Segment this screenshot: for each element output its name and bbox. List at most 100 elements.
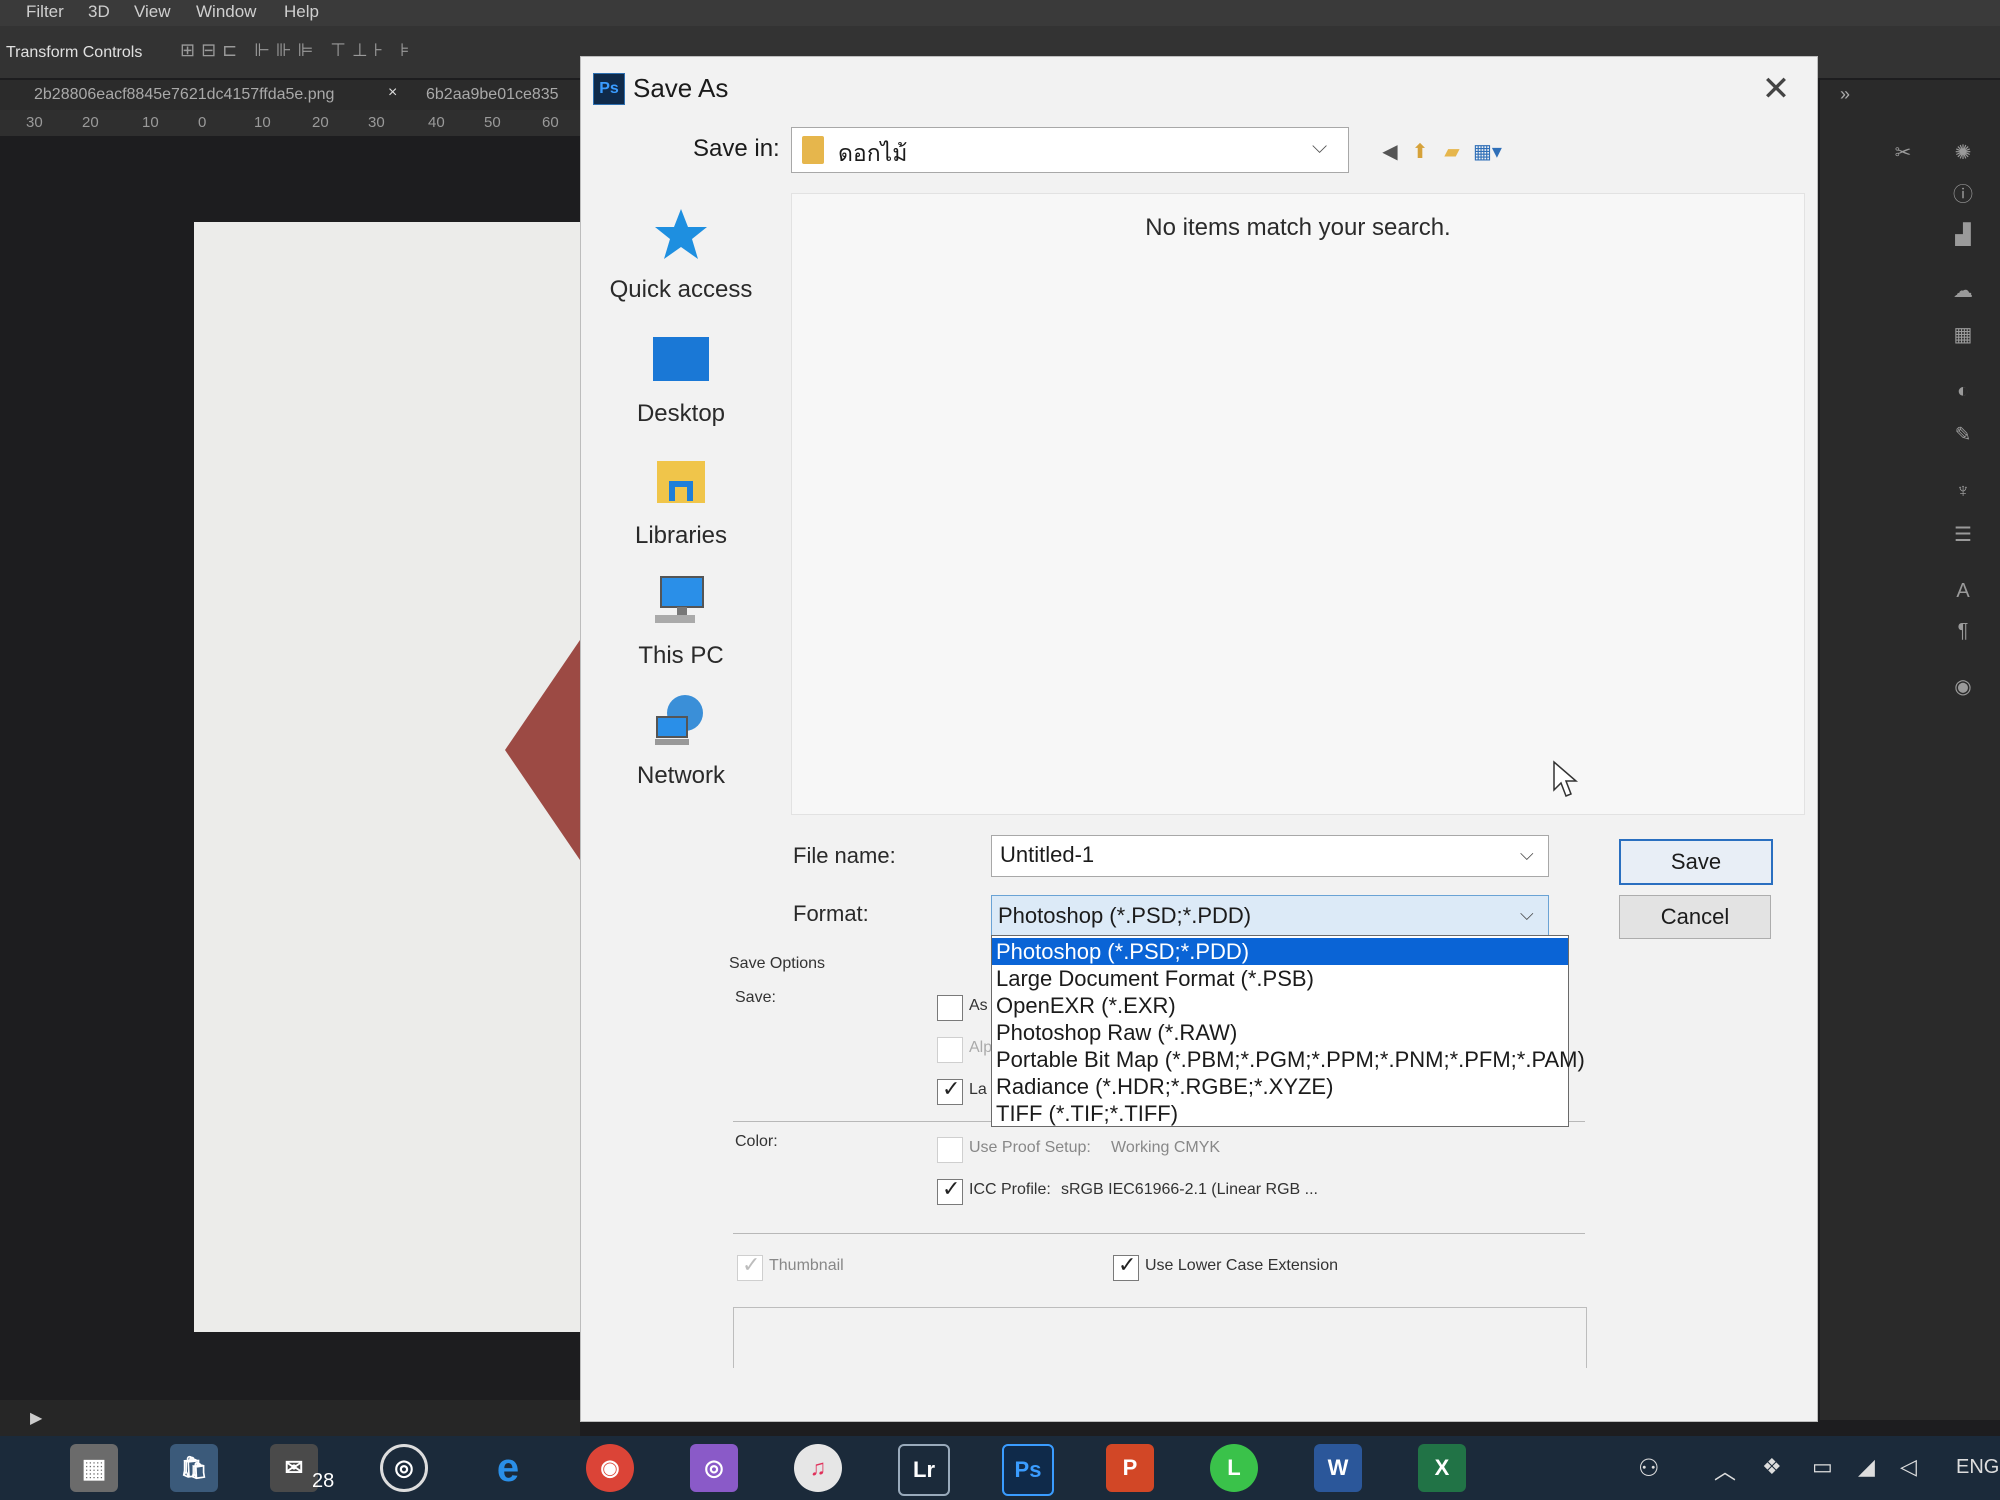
save-button[interactable]: Save: [1619, 839, 1773, 885]
quick-access-icon: [655, 209, 707, 259]
empty-message: No items match your search.: [1145, 214, 1451, 241]
icc-profile-checkbox[interactable]: ✓: [937, 1176, 963, 1205]
adjustments-icon[interactable]: ◐: [1950, 380, 1976, 402]
mail-badge: 28: [312, 1470, 335, 1492]
sidebar-item-desktop[interactable]: Desktop: [581, 329, 781, 428]
file-name-label: File name:: [793, 843, 896, 868]
swatches-icon[interactable]: ▦: [1950, 324, 1976, 346]
line-icon[interactable]: L: [1210, 1444, 1258, 1492]
chrome-icon[interactable]: ◉: [586, 1444, 634, 1492]
brush-icon[interactable]: ♆: [1950, 480, 1976, 502]
save-in-label: Save in:: [693, 135, 780, 162]
new-folder-icon[interactable]: ▰: [1439, 139, 1465, 165]
volume-icon[interactable]: ◁: [1900, 1454, 1917, 1480]
store-icon[interactable]: 🛍: [170, 1444, 218, 1492]
menu-view[interactable]: View: [134, 2, 171, 22]
format-option[interactable]: Portable Bit Map (*.PBM;*.PGM;*.PPM;*.PN…: [992, 1046, 1585, 1073]
format-option[interactable]: Large Document Format (*.PSB): [992, 965, 1568, 992]
chevron-down-icon[interactable]: ⌵: [1520, 844, 1534, 865]
align-icons[interactable]: ⊞⊟⊏ ⊩⊪⊫ ⊤⊥⊦ ⊧: [180, 40, 415, 61]
excel-icon[interactable]: X: [1418, 1444, 1466, 1492]
show-hidden-icons-chevron-icon[interactable]: ︿: [1714, 1454, 1736, 1486]
format-dropdown-list: Photoshop (*.PSD;*.PDD) Large Document F…: [991, 935, 1585, 1127]
palette-icon[interactable]: ☁: [1950, 280, 1976, 302]
icc-profile-value: sRGB IEC61966-2.1 (Linear RGB ...: [1061, 1181, 1318, 1198]
proof-value: Working CMYK: [1111, 1139, 1221, 1156]
color-label: Color:: [735, 1133, 778, 1150]
sidebar-item-network[interactable]: Network: [581, 691, 781, 790]
file-list[interactable]: No items match your search.: [791, 193, 1805, 815]
mail-icon[interactable]: ✉: [270, 1444, 318, 1492]
view-menu-icon[interactable]: ▦▾: [1473, 139, 1502, 165]
sliders-icon[interactable]: ☰: [1950, 524, 1976, 546]
menu-help[interactable]: Help: [284, 2, 319, 22]
character-icon[interactable]: A: [1950, 580, 1976, 602]
itunes-icon[interactable]: ♫: [794, 1444, 842, 1492]
as-copy-checkbox[interactable]: [937, 995, 963, 1021]
3d-icon[interactable]: ◉: [1950, 676, 1976, 698]
save-in-value: ดอกไม้: [838, 140, 908, 166]
layers-checkbox[interactable]: ✓: [937, 1076, 963, 1105]
close-icon[interactable]: ✕: [1756, 69, 1796, 109]
sidebar-item-libraries[interactable]: Libraries: [581, 451, 781, 550]
scissors-icon[interactable]: ✂: [1890, 142, 1916, 164]
dialog-titlebar[interactable]: Ps Save As ✕: [581, 57, 1817, 127]
info-icon[interactable]: ⓘ: [1950, 184, 1976, 206]
chevron-down-icon[interactable]: ⌵: [1520, 904, 1534, 925]
format-option[interactable]: Radiance (*.HDR;*.RGBE;*.XYZE): [992, 1073, 1568, 1100]
expand-panels-icon[interactable]: »: [1840, 84, 1850, 105]
paragraph-icon[interactable]: ¶: [1950, 620, 1976, 642]
folder-icon: [802, 136, 824, 164]
up-folder-icon[interactable]: ⬆: [1407, 139, 1433, 165]
styles-icon[interactable]: ✎: [1950, 424, 1976, 446]
ruler-tick: 20: [312, 114, 329, 131]
word-icon[interactable]: W: [1314, 1444, 1362, 1492]
cancel-button[interactable]: Cancel: [1619, 895, 1771, 939]
lightroom-icon[interactable]: Lr: [898, 1444, 950, 1496]
document-tabs: 2b28806eacf8845e7621dc4157ffda5e.png × 6…: [0, 80, 580, 110]
sidebar-item-this-pc[interactable]: This PC: [581, 571, 781, 670]
format-option[interactable]: Photoshop (*.PSD;*.PDD): [992, 938, 1568, 965]
brightness-icon[interactable]: ✺: [1950, 142, 1976, 164]
format-option[interactable]: Photoshop Raw (*.RAW): [992, 1019, 1568, 1046]
sidebar-label: Libraries: [634, 522, 728, 549]
histogram-icon[interactable]: ▟: [1950, 224, 1976, 246]
sidebar-item-quick-access[interactable]: Quick access: [581, 205, 781, 304]
menu-window[interactable]: Window: [196, 2, 256, 22]
file-name-value: Untitled-1: [1000, 842, 1095, 867]
thumbnail-checkbox: ✓: [737, 1252, 763, 1281]
format-option[interactable]: TIFF (*.TIF;*.TIFF): [992, 1100, 1568, 1127]
lower-case-extension-checkbox[interactable]: ✓: [1113, 1252, 1139, 1281]
menu-filter[interactable]: Filter: [26, 2, 64, 22]
libraries-icon: [657, 461, 705, 503]
wifi-icon[interactable]: ◢: [1858, 1454, 1875, 1480]
tab-document-1[interactable]: 2b28806eacf8845e7621dc4157ffda5e.png: [34, 86, 334, 104]
transform-controls-label: Transform Controls: [6, 44, 143, 61]
play-icon[interactable]: ▶: [30, 1408, 42, 1428]
format-option[interactable]: OpenEXR (*.EXR): [992, 992, 1568, 1019]
edge-icon[interactable]: e: [484, 1444, 532, 1492]
battery-icon[interactable]: ▭: [1812, 1454, 1833, 1480]
menu-3d[interactable]: 3D: [88, 2, 110, 22]
file-name-input[interactable]: Untitled-1 ⌵: [991, 835, 1549, 877]
groove-music-icon[interactable]: ◎: [380, 1444, 428, 1492]
checkmark-icon: ✓: [1118, 1252, 1137, 1277]
thumbnail-label: Thumbnail: [769, 1257, 844, 1274]
people-icon[interactable]: ⚇: [1638, 1454, 1660, 1483]
ruler-tick: 0: [198, 114, 207, 131]
calculator-icon[interactable]: ▦: [70, 1444, 118, 1492]
format-select[interactable]: Photoshop (*.PSD;*.PDD) ⌵: [991, 895, 1549, 937]
close-tab-icon[interactable]: ×: [388, 84, 397, 102]
ruler-tick: 20: [82, 114, 99, 131]
save-in-dropdown[interactable]: ดอกไม้ ⌵: [791, 127, 1349, 173]
tab-document-2[interactable]: 6b2aa9be01ce835: [426, 86, 559, 104]
ruler-tick: 10: [254, 114, 271, 131]
back-icon[interactable]: ◀: [1377, 139, 1403, 165]
photoshop-logo-icon: Ps: [593, 73, 625, 105]
chevron-down-icon[interactable]: ⌵: [1312, 136, 1327, 159]
input-language[interactable]: ENG: [1956, 1456, 1999, 1479]
instagram-icon[interactable]: ◎: [690, 1444, 738, 1492]
powerpoint-icon[interactable]: P: [1106, 1444, 1154, 1492]
dropbox-icon[interactable]: ❖: [1762, 1454, 1782, 1480]
photoshop-taskbar-icon[interactable]: Ps: [1002, 1444, 1054, 1496]
